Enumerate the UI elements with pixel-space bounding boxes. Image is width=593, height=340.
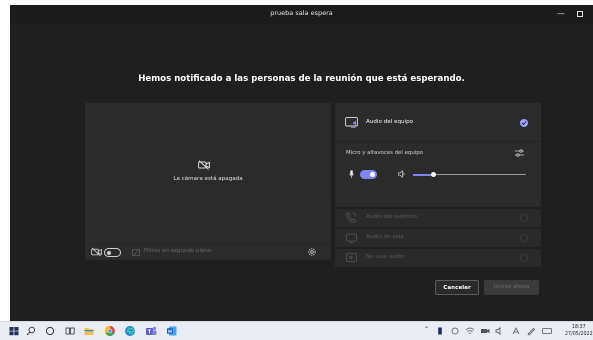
search-icon[interactable] — [25, 325, 37, 337]
camera-off-icon — [91, 247, 102, 257]
volume-slider-handle[interactable] — [430, 171, 436, 177]
language-icon[interactable] — [510, 325, 522, 337]
audio-options-panel: Audio del equipo Micro y altavoces del e… — [335, 103, 541, 267]
show-hidden-icons-icon[interactable]: ⌃ — [424, 326, 429, 333]
audio-option-label: Audio del equipo — [366, 119, 414, 125]
audio-option-label: No usar audio — [366, 254, 405, 260]
preview-controls: Filtros en segundo plano — [85, 243, 331, 260]
windows-start-icon[interactable] — [8, 325, 20, 337]
minimize-button[interactable]: — — [554, 7, 568, 21]
radio-button[interactable] — [520, 234, 528, 242]
meeting-icon[interactable] — [479, 325, 491, 337]
speaker-icon — [398, 170, 405, 178]
teams-window: prueba sala espera — Hemos notificado a … — [10, 5, 593, 321]
background-filters-button[interactable]: Filtros en segundo plano — [144, 248, 211, 254]
radio-button[interactable] — [520, 254, 528, 262]
audio-option-phone[interactable]: Audio del teléfono — [335, 209, 541, 227]
taskbar: ⌃ 18:37 27/05/2022 — [0, 321, 593, 340]
audio-option-none[interactable]: No usar audio — [335, 249, 541, 267]
update-icon[interactable] — [449, 325, 461, 337]
phone-icon — [346, 212, 357, 223]
background-filter-icon — [132, 249, 140, 256]
pen-icon[interactable] — [525, 325, 537, 337]
video-preview: La cámara está apagada Filtros en segund… — [85, 103, 331, 260]
clock-time: 18:37 — [571, 325, 586, 330]
chrome-icon[interactable] — [104, 325, 116, 337]
waiting-message: Hemos notificado a las personas de la re… — [138, 74, 465, 84]
radio-button[interactable] — [520, 214, 528, 222]
cancel-button[interactable]: Cancelar — [435, 280, 479, 295]
gear-icon[interactable] — [307, 247, 317, 257]
camera-off-icon — [198, 160, 210, 170]
word-icon[interactable] — [166, 325, 178, 337]
volume-icon[interactable] — [494, 325, 506, 337]
devices-label: Micro y altavoces del equipo — [346, 150, 423, 156]
cortana-icon[interactable] — [44, 325, 56, 337]
toggle-knob — [107, 250, 111, 255]
audio-option-room[interactable]: Audio de sala — [335, 229, 541, 247]
title-bar: prueba sala espera — — [10, 5, 593, 24]
room-audio-icon — [346, 233, 357, 243]
keyboard-icon[interactable] — [541, 325, 553, 337]
audio-option-label: Audio de sala — [366, 234, 404, 240]
audio-option-label: Audio del teléfono — [366, 214, 417, 220]
other-audio-options: Audio del teléfono Audio de sala No usar… — [335, 209, 541, 267]
audio-option-computer[interactable]: Audio del equipo — [335, 113, 541, 133]
network-icon[interactable] — [464, 325, 476, 337]
maximize-button[interactable] — [573, 7, 587, 21]
battery-icon[interactable] — [434, 325, 446, 337]
clock-date: 27/05/2022 — [565, 332, 593, 337]
edge-icon[interactable] — [124, 325, 136, 337]
selected-check-icon — [520, 119, 528, 127]
maximize-icon — [577, 10, 583, 17]
window-title: prueba sala espera — [270, 9, 333, 17]
camera-toggle[interactable] — [104, 248, 121, 257]
microphone-toggle[interactable] — [360, 170, 377, 179]
no-audio-icon — [346, 253, 357, 262]
computer-audio-icon — [345, 117, 358, 128]
task-view-icon[interactable] — [64, 325, 76, 337]
join-now-button[interactable]: Unirse ahora — [484, 280, 539, 295]
computer-audio-section: Audio del equipo Micro y altavoces del e… — [335, 103, 541, 207]
file-explorer-icon[interactable] — [83, 325, 95, 337]
divider — [335, 141, 541, 142]
device-settings-icon[interactable] — [515, 149, 524, 157]
toggle-knob — [370, 172, 375, 177]
microphone-icon — [349, 170, 354, 178]
teams-icon[interactable] — [145, 325, 157, 337]
camera-off-label: La cámara está apagada — [173, 176, 243, 182]
system-clock[interactable]: 18:37 27/05/2022 — [565, 324, 593, 338]
